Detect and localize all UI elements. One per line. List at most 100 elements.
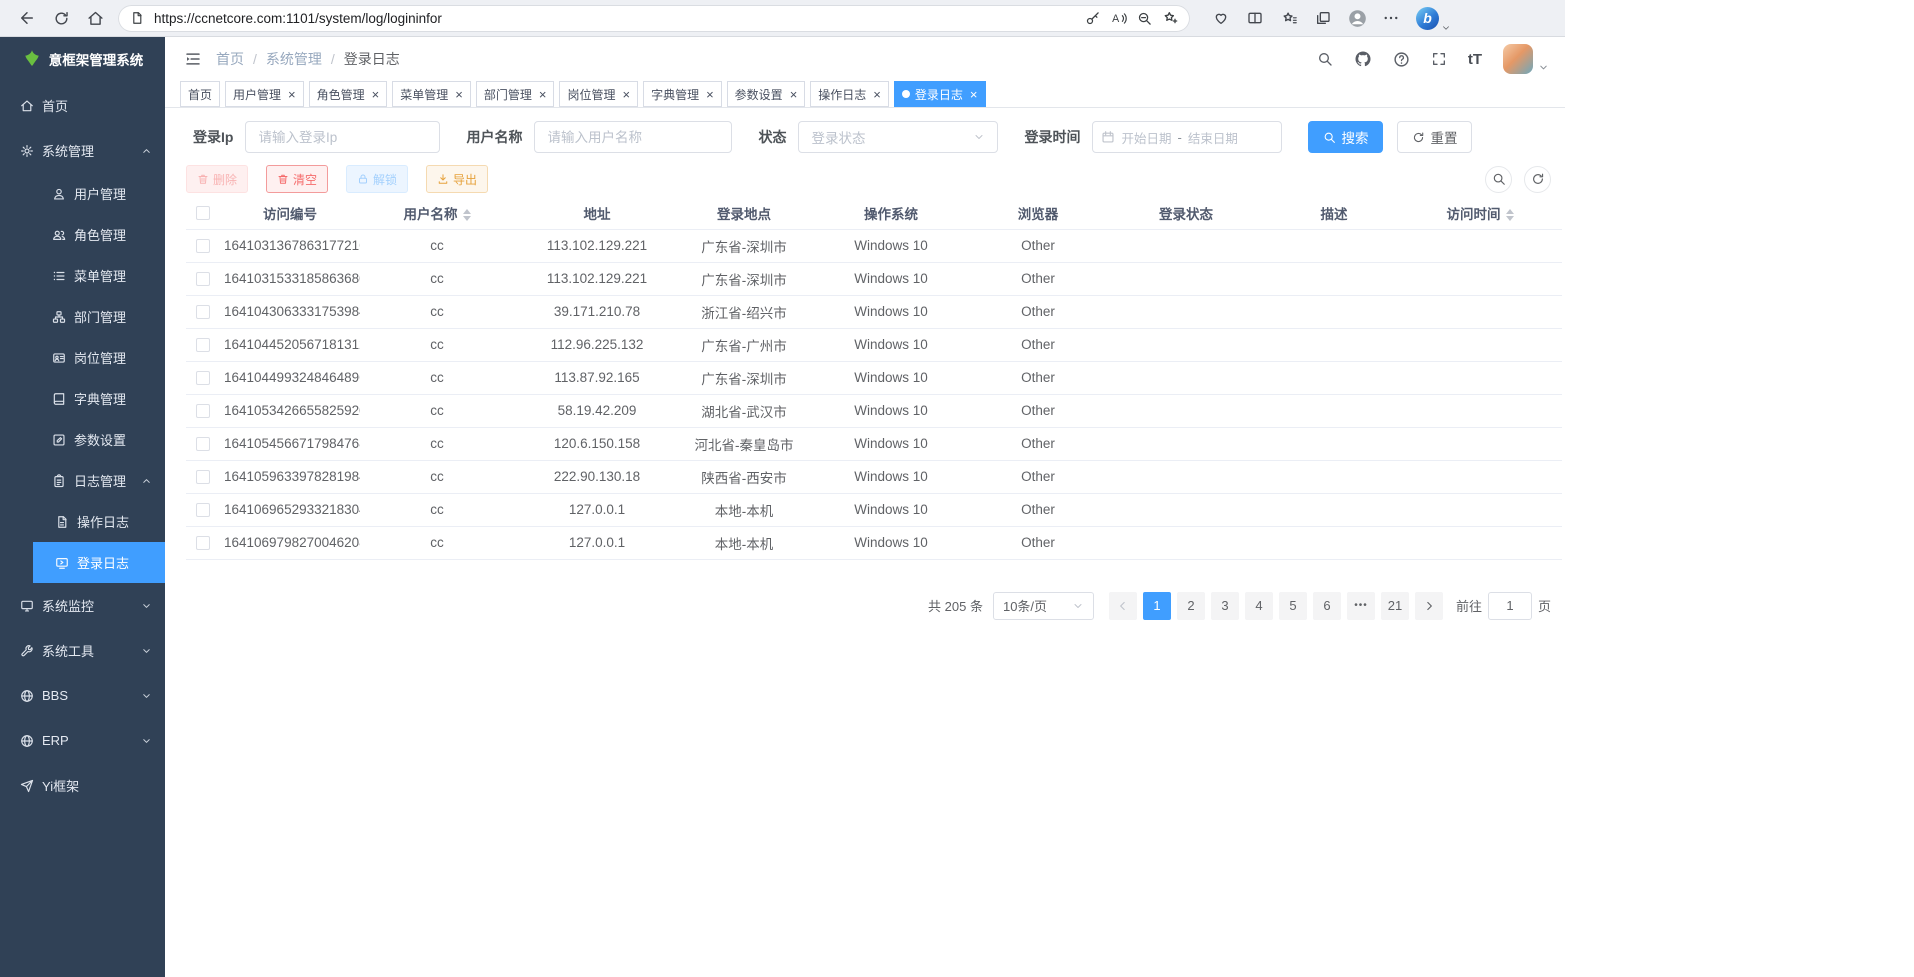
- read-aloud-icon[interactable]: A: [1110, 10, 1127, 27]
- refresh-table-icon[interactable]: [1524, 166, 1551, 193]
- show-search-toggle-icon[interactable]: [1485, 166, 1512, 193]
- page-button-6[interactable]: 6: [1313, 592, 1341, 620]
- close-tab-icon[interactable]: ×: [790, 88, 798, 101]
- prev-page-button[interactable]: [1109, 592, 1137, 620]
- next-page-button[interactable]: [1415, 592, 1443, 620]
- tab-8[interactable]: 操作日志×: [810, 81, 889, 107]
- row-checkbox[interactable]: [196, 536, 210, 550]
- sidebar-item-yiframe[interactable]: Yi框架: [0, 763, 165, 808]
- row-checkbox[interactable]: [196, 470, 210, 484]
- pagination-more-button[interactable]: •••: [1347, 592, 1375, 620]
- close-tab-icon[interactable]: ×: [372, 88, 380, 101]
- page-button-2[interactable]: 2: [1177, 592, 1205, 620]
- search-button[interactable]: 搜索: [1308, 121, 1383, 153]
- user-name-input[interactable]: [534, 121, 732, 153]
- sidebar-item-param[interactable]: 参数设置: [0, 419, 165, 460]
- sidebar-item-operlog[interactable]: 操作日志: [33, 501, 165, 542]
- sidebar-toggle-icon[interactable]: [184, 50, 202, 68]
- sidebar-item-monitor[interactable]: 系统监控: [0, 583, 165, 628]
- page-button-5[interactable]: 5: [1279, 592, 1307, 620]
- close-tab-icon[interactable]: ×: [970, 88, 978, 101]
- github-icon[interactable]: [1354, 50, 1372, 68]
- sidebar-item-tool[interactable]: 系统工具: [0, 628, 165, 673]
- fullscreen-icon[interactable]: [1431, 51, 1447, 67]
- browser-profile-avatar[interactable]: [1340, 3, 1374, 33]
- tab-4[interactable]: 部门管理×: [476, 81, 555, 107]
- close-tab-icon[interactable]: ×: [539, 88, 547, 101]
- add-favorite-icon[interactable]: [1162, 10, 1178, 26]
- login-time-range-picker[interactable]: 开始日期 - 结束日期: [1092, 121, 1282, 153]
- page-button-21[interactable]: 21: [1381, 592, 1409, 620]
- row-checkbox[interactable]: [196, 503, 210, 517]
- login-ip-input[interactable]: [245, 121, 440, 153]
- breadcrumb-item[interactable]: 系统管理: [266, 49, 322, 69]
- sidebar-item-post[interactable]: 岗位管理: [0, 337, 165, 378]
- back-button[interactable]: [10, 3, 44, 33]
- zoom-indicator-icon[interactable]: [1137, 11, 1152, 26]
- font-size-icon[interactable]: tT: [1468, 51, 1482, 68]
- column-header[interactable]: 访问时间: [1398, 197, 1562, 229]
- favorites-icon[interactable]: [1272, 3, 1306, 33]
- browser-essentials-icon[interactable]: [1204, 3, 1238, 33]
- bing-chat-icon[interactable]: b: [1416, 7, 1439, 30]
- sidebar-item-loginlog[interactable]: 登录日志: [33, 542, 165, 583]
- delete-button[interactable]: 删除: [186, 165, 248, 193]
- close-tab-icon[interactable]: ×: [455, 88, 463, 101]
- password-key-icon[interactable]: [1085, 11, 1100, 26]
- page-button-1[interactable]: 1: [1143, 592, 1171, 620]
- row-checkbox[interactable]: [196, 437, 210, 451]
- sidebar-item-bbs[interactable]: BBS: [0, 673, 165, 718]
- chevron-down-icon[interactable]: [1538, 62, 1549, 73]
- row-checkbox[interactable]: [196, 338, 210, 352]
- clear-button[interactable]: 清空: [266, 165, 328, 193]
- sidebar-item-log[interactable]: 日志管理: [0, 460, 165, 501]
- breadcrumb-item[interactable]: 首页: [216, 49, 244, 69]
- tab-5[interactable]: 岗位管理×: [559, 81, 638, 107]
- address-bar[interactable]: https://ccnetcore.com:1101/system/log/lo…: [118, 5, 1190, 32]
- sort-icon[interactable]: [463, 209, 471, 221]
- tab-7[interactable]: 参数设置×: [727, 81, 806, 107]
- user-avatar[interactable]: [1503, 44, 1533, 74]
- sidebar-item-menu[interactable]: 菜单管理: [0, 255, 165, 296]
- sidebar-item-system[interactable]: 系统管理: [0, 128, 165, 173]
- page-info-icon[interactable]: [130, 11, 144, 25]
- status-select[interactable]: 登录状态: [798, 121, 998, 153]
- page-size-select[interactable]: 10条/页: [993, 592, 1094, 620]
- select-all-checkbox[interactable]: [196, 206, 210, 220]
- tab-9-active[interactable]: 登录日志×: [894, 81, 986, 107]
- unlock-button[interactable]: 解锁: [346, 165, 408, 193]
- close-tab-icon[interactable]: ×: [706, 88, 714, 101]
- sidebar-item-user[interactable]: 用户管理: [0, 173, 165, 214]
- reset-button[interactable]: 重置: [1397, 121, 1472, 153]
- row-checkbox[interactable]: [196, 371, 210, 385]
- close-tab-icon[interactable]: ×: [622, 88, 630, 101]
- sidebar-item-dict[interactable]: 字典管理: [0, 378, 165, 419]
- row-checkbox[interactable]: [196, 404, 210, 418]
- collections-icon[interactable]: [1306, 3, 1340, 33]
- goto-page-input[interactable]: [1488, 592, 1532, 620]
- sidebar-item-home[interactable]: 首页: [0, 83, 165, 128]
- sidebar-item-role[interactable]: 角色管理: [0, 214, 165, 255]
- close-tab-icon[interactable]: ×: [288, 88, 296, 101]
- close-tab-icon[interactable]: ×: [873, 88, 881, 101]
- sidebar-item-erp[interactable]: ERP: [0, 718, 165, 763]
- tab-0[interactable]: 首页: [180, 81, 220, 107]
- home-button[interactable]: [78, 3, 112, 33]
- row-checkbox[interactable]: [196, 305, 210, 319]
- row-checkbox[interactable]: [196, 239, 210, 253]
- tab-2[interactable]: 角色管理×: [309, 81, 388, 107]
- search-icon[interactable]: [1317, 51, 1333, 67]
- split-screen-icon[interactable]: [1238, 3, 1272, 33]
- refresh-button[interactable]: [44, 3, 78, 33]
- page-button-3[interactable]: 3: [1211, 592, 1239, 620]
- sidebar-item-dept[interactable]: 部门管理: [0, 296, 165, 337]
- tab-1[interactable]: 用户管理×: [225, 81, 304, 107]
- browser-menu-icon[interactable]: [1374, 3, 1408, 33]
- row-checkbox[interactable]: [196, 272, 210, 286]
- column-header[interactable]: 用户名称: [360, 197, 514, 229]
- help-icon[interactable]: [1393, 51, 1410, 68]
- page-button-4[interactable]: 4: [1245, 592, 1273, 620]
- export-button[interactable]: 导出: [426, 165, 488, 193]
- chevron-down-icon[interactable]: [1441, 23, 1451, 33]
- tab-6[interactable]: 字典管理×: [643, 81, 722, 107]
